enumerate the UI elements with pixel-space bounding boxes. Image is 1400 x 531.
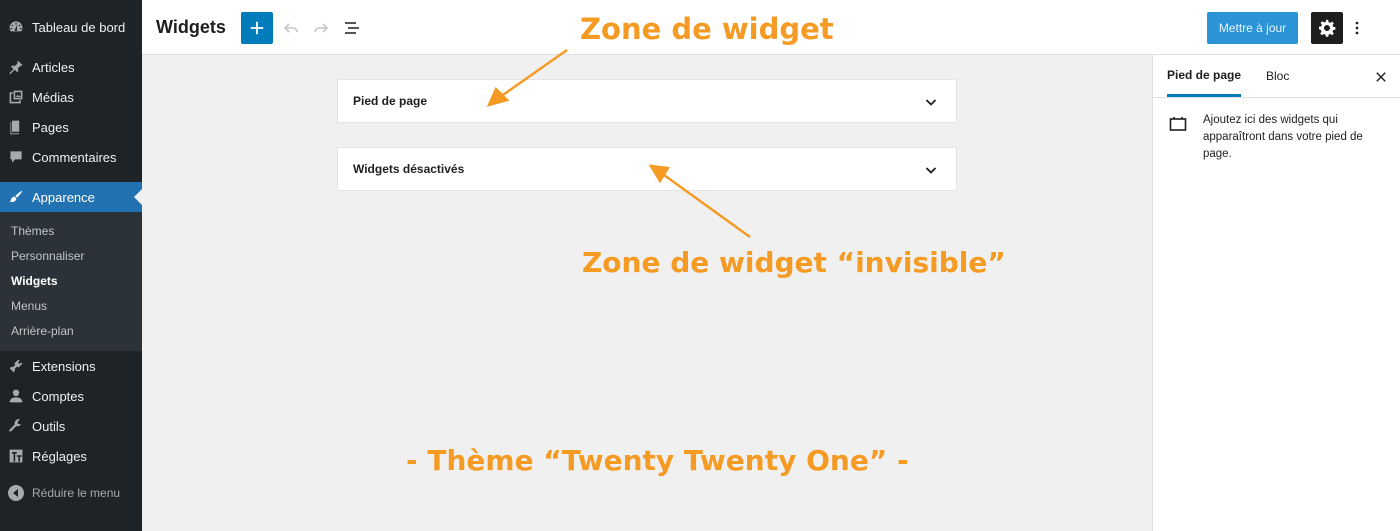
widget-area-description: Ajoutez ici des widgets qui apparaîtront… [1203,114,1363,160]
menu-item-articles[interactable]: Articles [0,52,142,82]
menu-item-reglages[interactable]: Réglages [0,441,142,471]
submenu-item-personnaliser[interactable]: Personnaliser [11,249,84,263]
settings-button[interactable] [1311,12,1343,44]
submenu-item-themes[interactable]: Thèmes [11,224,54,238]
submenu-item-menus[interactable]: Menus [11,299,47,313]
annotation-theme: - Thème “Twenty Twenty One” - [406,444,909,477]
admin-sidebar: Tableau de bord Articles Médias Pages Co… [0,0,142,531]
add-block-button[interactable] [241,12,273,44]
annotation-zone-invisible: Zone de widget “invisible” [582,246,1006,279]
menu-label: Outils [32,418,66,434]
menu-item-comptes[interactable]: Comptes [0,381,142,411]
menu-label: Commentaires [32,149,117,165]
media-icon [8,89,24,105]
settings-sliders-icon [8,448,24,464]
menu-label: Pages [32,119,69,135]
menu-label: Comptes [32,388,85,404]
undo-button[interactable] [275,12,307,44]
submenu-item-arriere-plan[interactable]: Arrière-plan [11,324,74,338]
menu-label: Articles [32,59,75,75]
list-view-button[interactable] [336,12,368,44]
menu-item-medias[interactable]: Médias [0,82,142,112]
appearance-submenu: Thèmes Personnaliser Widgets Menus Arriè… [0,212,142,351]
page-title: Widgets [156,17,226,37]
menu-label: Médias [32,89,74,105]
widget-area-pied-de-page[interactable]: Pied de page [337,79,957,123]
brush-icon [8,189,24,205]
collapse-label: Réduire le menu [32,486,121,500]
menu-item-pages[interactable]: Pages [0,112,142,142]
menu-item-extensions[interactable]: Extensions [0,351,142,381]
menu-item-commentaires[interactable]: Commentaires [0,142,142,172]
pin-icon [8,59,24,75]
undo-icon [283,23,298,33]
tab-divider [1153,97,1400,98]
plus-icon [250,21,264,35]
annotation-zone: Zone de widget [580,12,834,46]
menu-item-apparence[interactable]: Apparence [0,182,142,212]
collapse-menu-button[interactable]: Réduire le menu [8,485,120,501]
redo-icon [314,23,329,33]
chevron-down-icon [925,99,937,106]
menu-label: Extensions [32,358,96,374]
comments-icon [8,149,24,165]
close-sidebar-button[interactable] [1371,67,1391,87]
users-icon [8,388,24,404]
collapse-arrow-icon [8,485,24,501]
update-button[interactable]: Mettre à jour [1207,12,1298,44]
submenu-item-widgets[interactable]: Widgets [11,274,58,288]
tab-pied-de-page[interactable]: Pied de page [1167,55,1242,97]
settings-sidebar: Pied de page Bloc Ajoutez ici des widget… [1152,55,1400,531]
plugin-icon [8,358,24,374]
menu-label: Réglages [32,448,87,464]
pages-icon [8,119,24,135]
menu-label: Tableau de bord [32,19,126,35]
tab-bloc[interactable]: Bloc [1266,55,1289,97]
close-icon [1376,72,1386,82]
dashboard-icon [8,19,24,35]
menu-label: Apparence [32,189,95,205]
more-vertical-icon [1355,21,1359,35]
menu-item-outils[interactable]: Outils [0,411,142,441]
more-options-button[interactable] [1345,12,1369,44]
widget-area-icon [1169,117,1187,131]
widget-area-title: Widgets désactivés [353,162,465,176]
gear-icon [1319,19,1336,37]
menu-item-dashboard[interactable]: Tableau de bord [0,12,142,42]
chevron-down-icon [925,167,937,174]
list-view-icon [345,22,359,34]
widget-area-widgets-desactives[interactable]: Widgets désactivés [337,147,957,191]
wrench-icon [8,418,24,434]
widget-area-title: Pied de page [353,94,428,108]
redo-button[interactable] [305,12,337,44]
